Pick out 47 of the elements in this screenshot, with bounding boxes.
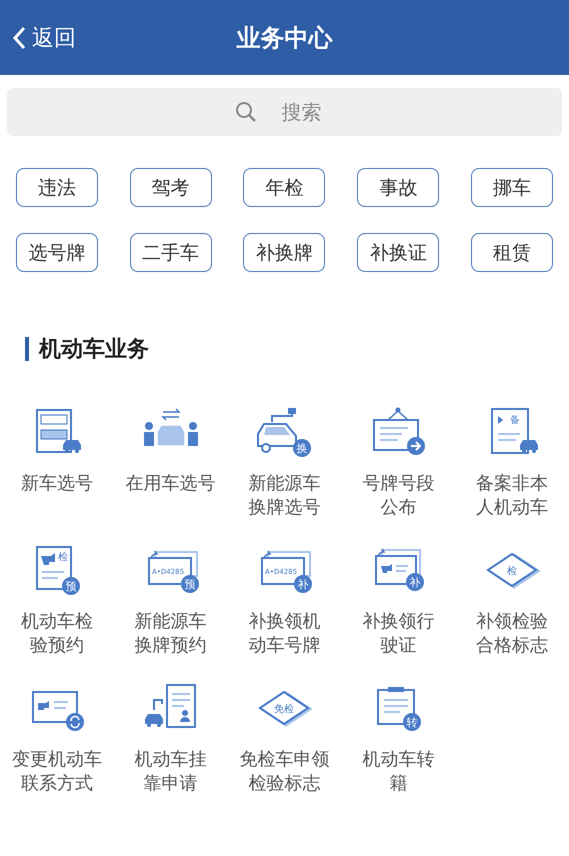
- service-item[interactable]: 检 预 机动车检 验预约: [0, 542, 114, 658]
- service-item[interactable]: 检 补领检验 合格标志: [455, 542, 569, 658]
- category-tag[interactable]: 驾考: [130, 168, 212, 207]
- category-tag[interactable]: 选号牌: [16, 233, 98, 272]
- service-item[interactable]: 号牌号段 公布: [341, 404, 456, 520]
- document-car-icon: [491, 408, 538, 454]
- service-item[interactable]: 变更机动车 联系方式: [0, 680, 114, 796]
- category-tag[interactable]: 租赁: [471, 233, 554, 272]
- icon-badge: 预: [180, 575, 199, 593]
- category-tag[interactable]: 二手车: [130, 233, 212, 272]
- section-marker: [25, 337, 29, 361]
- card-refresh-icon: [32, 691, 84, 731]
- service-item[interactable]: 补 补换领行 驶证: [341, 542, 456, 658]
- sign-board-icon: [373, 408, 426, 455]
- category-tag[interactable]: 事故: [357, 168, 440, 207]
- section-title: 机动车业务: [39, 336, 149, 364]
- people-car-icon: [144, 408, 198, 447]
- icon-badge: 补: [294, 575, 312, 593]
- service-item[interactable]: 机动车挂 靠申请: [114, 680, 228, 796]
- document-mark: 检: [58, 552, 68, 563]
- category-tag[interactable]: 违法: [16, 168, 98, 207]
- service-item[interactable]: 新车选号: [0, 404, 114, 520]
- category-tag[interactable]: 补换证: [357, 233, 440, 272]
- car-plug-icon: [257, 408, 298, 453]
- back-icon: [12, 26, 26, 50]
- service-item[interactable]: 转 机动车转 籍: [341, 680, 456, 796]
- document-mark: 备: [510, 415, 520, 426]
- category-tag[interactable]: 年检: [243, 168, 326, 207]
- diamond-icon: [486, 552, 541, 589]
- service-item[interactable]: 备 备案非本 人机动车: [455, 404, 569, 520]
- back-button[interactable]: 返回: [0, 22, 76, 52]
- page-title: 业务中心: [236, 24, 332, 52]
- service-item[interactable]: 换 新能源车 换牌选号: [228, 404, 342, 520]
- tow-document-icon: [144, 684, 196, 728]
- service-item[interactable]: 在用车选号: [114, 404, 228, 520]
- diamond-label: 免检: [274, 704, 294, 715]
- diamond-label: 检: [507, 566, 518, 577]
- icon-badge: 预: [62, 577, 80, 595]
- search-field[interactable]: 搜索: [7, 88, 562, 136]
- icon-badge: 转: [403, 713, 422, 731]
- category-tag[interactable]: 补换牌: [243, 233, 326, 272]
- category-tag[interactable]: 挪车: [471, 168, 554, 207]
- form-car-icon: [36, 409, 81, 453]
- icon-badge: 补: [406, 573, 424, 591]
- icon-badge: 换: [293, 439, 312, 457]
- service-item[interactable]: 免检 免检车申领 检验标志: [228, 680, 342, 796]
- diamond-icon: [258, 690, 314, 727]
